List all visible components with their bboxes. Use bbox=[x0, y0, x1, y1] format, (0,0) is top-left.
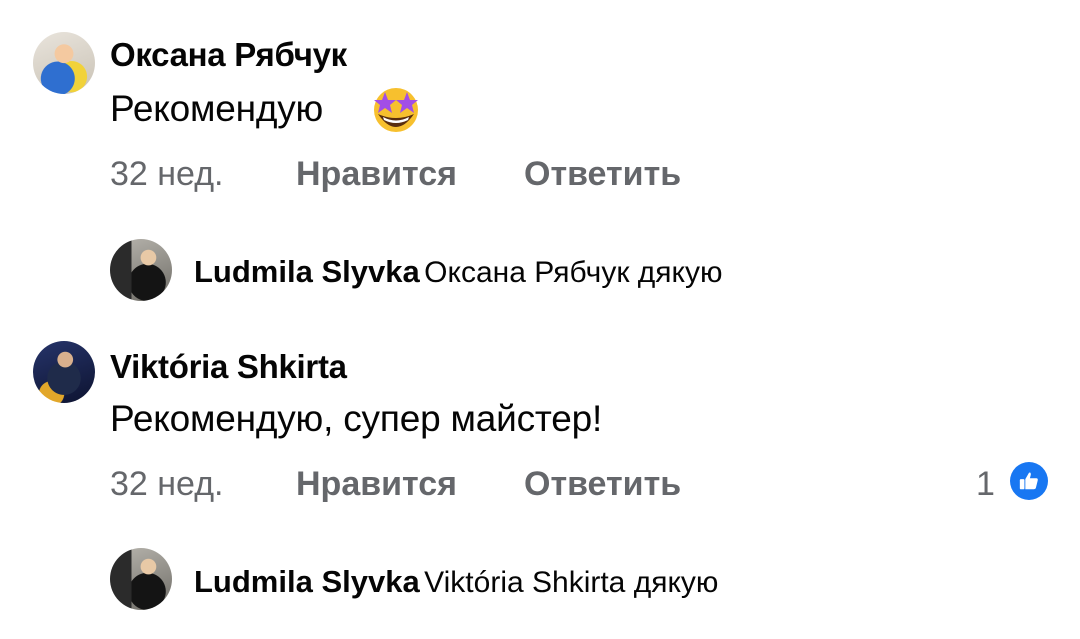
reaction-count[interactable]: 1 bbox=[976, 465, 995, 504]
comment-text: Рекомендую bbox=[110, 88, 324, 129]
comment-time[interactable]: 32 нед. bbox=[110, 155, 224, 194]
reply-text: Оксана Рябчук дякую bbox=[424, 256, 723, 289]
like-button[interactable]: Нравится bbox=[296, 155, 457, 194]
reply-line: Ludmila Slyvka Viktória Shkirta дякую bbox=[194, 564, 718, 600]
reply-line: Ludmila Slyvka Оксана Рябчук дякую bbox=[194, 254, 723, 290]
reply-text: Viktória Shkirta дякую bbox=[424, 566, 719, 599]
comment-author[interactable]: Оксана Рябчук bbox=[110, 36, 347, 74]
avatar-ludmila[interactable] bbox=[110, 239, 172, 301]
reply-author[interactable]: Ludmila Slyvka bbox=[194, 564, 420, 599]
comment-text: Рекомендую, супер майстер! bbox=[110, 398, 603, 439]
like-button[interactable]: Нравится bbox=[296, 465, 457, 504]
reply-button[interactable]: Ответить bbox=[524, 465, 681, 504]
reply-author[interactable]: Ludmila Slyvka bbox=[194, 254, 420, 289]
reply-button[interactable]: Ответить bbox=[524, 155, 681, 194]
thumbs-up-icon[interactable] bbox=[1010, 462, 1048, 500]
comment-time[interactable]: 32 нед. bbox=[110, 465, 224, 504]
star-struck-emoji-icon bbox=[374, 88, 418, 132]
avatar-ludmila[interactable] bbox=[110, 548, 172, 610]
comment-author[interactable]: Viktória Shkirta bbox=[110, 348, 347, 386]
avatar-oksana[interactable] bbox=[33, 32, 95, 94]
avatar-viktoria[interactable] bbox=[33, 341, 95, 403]
